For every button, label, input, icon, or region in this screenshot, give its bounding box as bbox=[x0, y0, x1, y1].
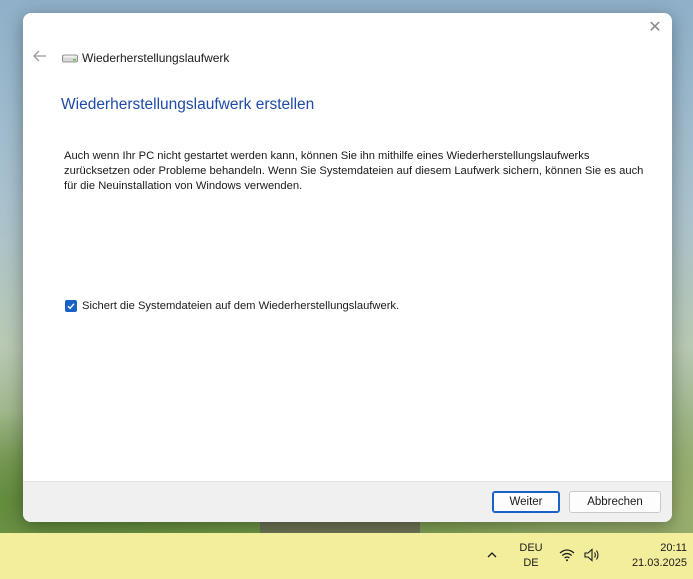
chevron-up-icon bbox=[487, 552, 497, 558]
backup-system-files-checkbox[interactable] bbox=[65, 300, 77, 312]
clock-date: 21.03.2025 bbox=[631, 557, 687, 569]
input-language-indicator[interactable]: DEU DE bbox=[513, 541, 549, 571]
drive-icon bbox=[62, 54, 78, 63]
dialog-header: Wiederherstellungslaufwerk bbox=[23, 43, 672, 73]
network-button[interactable] bbox=[559, 548, 575, 567]
back-arrow-icon bbox=[33, 50, 46, 62]
cancel-button[interactable]: Abbrechen bbox=[569, 491, 661, 513]
backup-system-files-option[interactable]: Sichert die Systemdateien auf dem Wieder… bbox=[65, 300, 399, 312]
show-hidden-icons-button[interactable] bbox=[484, 547, 500, 563]
clock[interactable]: 20:11 21.03.2025 bbox=[607, 541, 687, 571]
page-title: Wiederherstellungslaufwerk erstellen bbox=[61, 96, 315, 113]
volume-icon bbox=[584, 548, 599, 562]
back-button[interactable] bbox=[27, 49, 53, 67]
wifi-icon bbox=[559, 549, 575, 562]
dialog-header-title: Wiederherstellungslaufwerk bbox=[82, 51, 230, 65]
backup-system-files-label[interactable]: Sichert die Systemdateien auf dem Wieder… bbox=[82, 300, 399, 312]
keyboard-layout-code: DE bbox=[523, 557, 539, 569]
taskbar: DEU DE 20:11 21.03.2025 bbox=[0, 533, 693, 579]
clock-time: 20:11 bbox=[660, 542, 687, 554]
checkmark-icon bbox=[67, 303, 75, 310]
recovery-drive-dialog: ✕ Wiederherstellungslaufwerk Wiederherst… bbox=[23, 13, 672, 522]
volume-button[interactable] bbox=[583, 547, 601, 568]
close-button[interactable]: ✕ bbox=[644, 17, 666, 39]
next-button[interactable]: Weiter bbox=[492, 491, 560, 513]
language-code: DEU bbox=[519, 542, 543, 554]
dialog-footer: Weiter Abbrechen bbox=[23, 481, 672, 522]
description-text: Auch wenn Ihr PC nicht gestartet werden … bbox=[64, 150, 644, 192]
close-icon: ✕ bbox=[648, 19, 662, 36]
